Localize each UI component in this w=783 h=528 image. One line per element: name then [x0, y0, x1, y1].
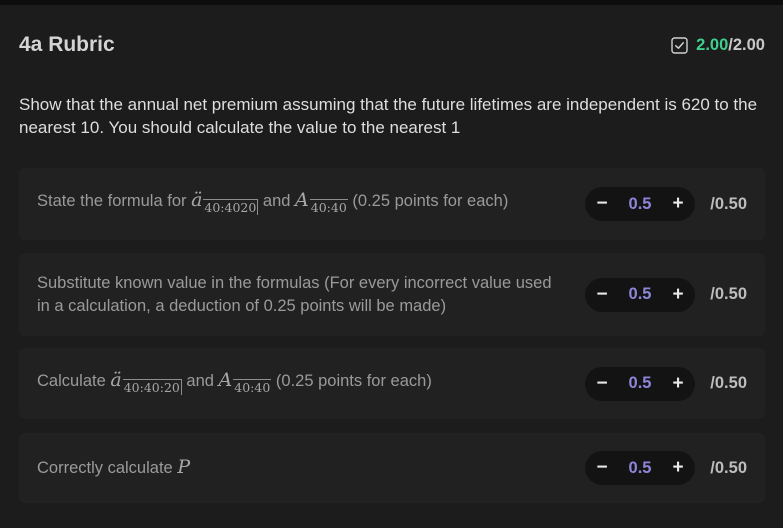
question-text: Show that the annual net premium assumin… [19, 95, 758, 137]
criterion-connector: and [181, 371, 219, 390]
criterion-description: Calculate ä 40:40:20 and A 40:40 (0.25 poi… [37, 369, 432, 399]
math-annuity-symbol: ä [191, 189, 203, 211]
points-value[interactable]: 0.5 [620, 285, 660, 304]
decrement-button[interactable]: − [589, 371, 615, 397]
score-earned: 2.00 [696, 35, 729, 54]
math-subscript: 40:40:20 [122, 378, 182, 395]
points-stepper[interactable]: − 0.5 + [585, 366, 695, 401]
points-stepper[interactable]: − 0.5 + [585, 187, 695, 221]
score-value: 2.00/2.00 [696, 36, 765, 55]
checkbox-checked-icon [671, 36, 688, 54]
math-subscript: 40:4020 [203, 199, 259, 215]
score-controls: − 0.5 + /0.50 [585, 277, 747, 312]
points-value[interactable]: 0.5 [620, 195, 660, 214]
rubric-panel: 4a Rubric 2.00/2.00 Show that the annual… [0, 0, 783, 528]
math-subscript: 40:40 [233, 378, 272, 395]
rubric-title: 4a Rubric [19, 33, 115, 56]
criterion-card: State the formula for ä 40:4020 and A 40:4… [19, 168, 765, 240]
criterion-suffix: (0.25 points for each) [271, 371, 432, 390]
max-points: /0.50 [710, 458, 747, 477]
score-controls: − 0.5 + /0.50 [585, 366, 747, 401]
score-controls: − 0.5 + /0.50 [585, 187, 747, 221]
math-assurance-symbol: A [295, 189, 309, 211]
math-subscript: 40:40 [309, 199, 348, 215]
decrement-button[interactable]: − [589, 191, 615, 217]
points-stepper[interactable]: − 0.5 + [585, 451, 695, 485]
points-stepper[interactable]: − 0.5 + [585, 277, 695, 312]
total-score: 2.00/2.00 [671, 36, 765, 55]
rubric-header: 4a Rubric 2.00/2.00 [19, 27, 765, 63]
criterion-card: Correctly calculate P − 0.5 + /0.50 [19, 433, 765, 503]
decrement-button[interactable]: − [589, 282, 615, 308]
points-value[interactable]: 0.5 [620, 459, 660, 478]
criterion-prefix: Calculate [37, 371, 111, 390]
criterion-description: Substitute known value in the formulas (… [37, 273, 552, 315]
increment-button[interactable]: + [665, 371, 691, 397]
criterion-card: Substitute known value in the formulas (… [19, 253, 765, 336]
max-points: /0.50 [710, 194, 747, 213]
criterion-description: Correctly calculate P [37, 456, 190, 480]
criterion-prefix: State the formula for [37, 192, 192, 210]
max-points: /0.50 [710, 374, 747, 392]
math-assurance-symbol: A [218, 368, 233, 391]
max-points: /0.50 [710, 285, 747, 303]
score-max: 2.00 [732, 35, 765, 54]
points-value[interactable]: 0.5 [620, 374, 660, 393]
math-premium-symbol: P [177, 456, 191, 478]
criterion-description: State the formula for ä 40:4020 and A 40:4… [37, 189, 508, 219]
increment-button[interactable]: + [665, 455, 691, 481]
score-controls: − 0.5 + /0.50 [585, 451, 747, 485]
increment-button[interactable]: + [665, 282, 691, 308]
criterion-card: Calculate ä 40:40:20 and A 40:40 (0.25 poi… [19, 348, 765, 419]
increment-button[interactable]: + [665, 191, 691, 217]
criterion-suffix: (0.25 points for each) [347, 192, 509, 210]
math-annuity-symbol: ä [110, 368, 122, 391]
decrement-button[interactable]: − [589, 455, 615, 481]
criterion-connector: and [258, 192, 296, 210]
criterion-prefix: Correctly calculate [37, 459, 178, 477]
